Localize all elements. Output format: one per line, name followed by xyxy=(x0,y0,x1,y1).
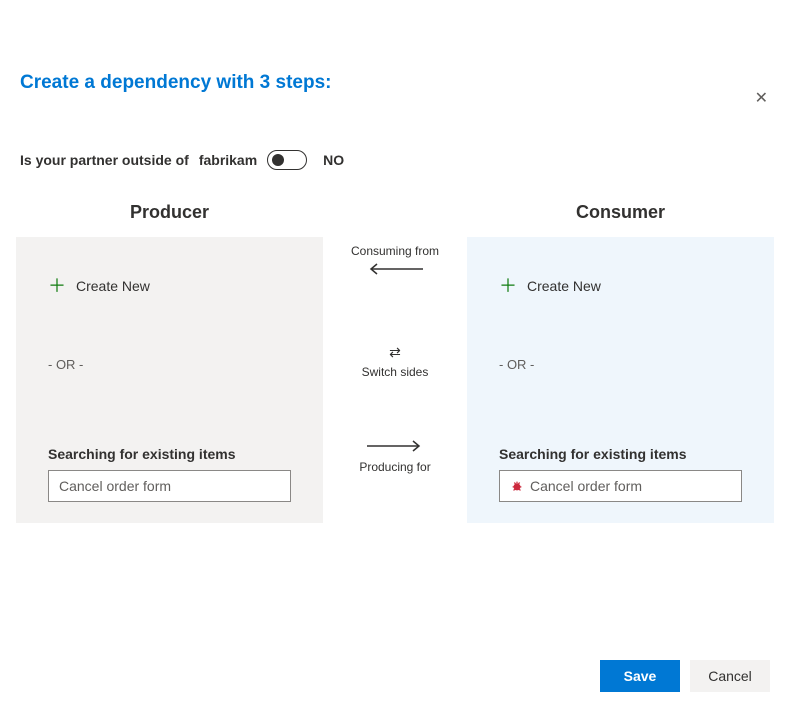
producer-search-input[interactable] xyxy=(59,478,280,494)
producing-for-block: Producing for xyxy=(359,439,430,478)
partner-outside-toggle[interactable] xyxy=(267,150,307,170)
producer-search-box[interactable] xyxy=(48,470,291,502)
save-button[interactable]: Save xyxy=(600,660,680,692)
consuming-from-label: Consuming from xyxy=(351,244,439,258)
switch-sides-block[interactable]: ⇄ Switch sides xyxy=(362,344,429,379)
producer-or-label: - OR - xyxy=(48,357,291,372)
consumer-title: Consumer xyxy=(467,202,774,223)
plus-icon: ＋ xyxy=(499,277,517,295)
bug-icon xyxy=(510,479,524,493)
dialog-footer: Save Cancel xyxy=(600,660,770,692)
consumer-search-label: Searching for existing items xyxy=(499,446,742,462)
page-title: Create a dependency with 3 steps: xyxy=(20,72,790,94)
consumer-or-label: - OR - xyxy=(499,357,742,372)
producing-for-label: Producing for xyxy=(359,460,430,474)
producer-column: Producer ＋ Create New - OR - Searching f… xyxy=(16,202,323,523)
toggle-knob xyxy=(272,154,284,166)
arrow-left-icon xyxy=(365,262,425,276)
cancel-button[interactable]: Cancel xyxy=(690,660,770,692)
partner-org-name: fabrikam xyxy=(199,152,257,168)
partner-question-row: Is your partner outside of fabrikam NO xyxy=(20,150,790,170)
plus-icon: ＋ xyxy=(48,277,66,295)
close-icon: ✕ xyxy=(755,90,768,107)
consumer-column: Consumer ＋ Create New - OR - Searching f… xyxy=(467,202,774,523)
consumer-search-input[interactable] xyxy=(530,478,731,494)
consumer-create-label: Create New xyxy=(527,278,601,294)
partner-question-text: Is your partner outside of xyxy=(20,152,189,168)
producer-title: Producer xyxy=(16,202,323,223)
arrow-right-icon xyxy=(365,439,425,453)
toggle-value-label: NO xyxy=(323,152,344,168)
relation-center-column: Consuming from ⇄ Switch sides Producing … xyxy=(323,202,467,478)
consumer-search-box[interactable] xyxy=(499,470,742,502)
producer-create-new-button[interactable]: ＋ Create New xyxy=(48,277,150,295)
dependency-columns: Producer ＋ Create New - OR - Searching f… xyxy=(16,202,774,523)
consumer-create-new-button[interactable]: ＋ Create New xyxy=(499,277,601,295)
producer-create-label: Create New xyxy=(76,278,150,294)
switch-sides-label: Switch sides xyxy=(362,365,429,379)
producer-panel: ＋ Create New - OR - Searching for existi… xyxy=(16,237,323,523)
swap-icon: ⇄ xyxy=(362,344,429,361)
close-button[interactable]: ✕ xyxy=(751,84,772,112)
producer-search-label: Searching for existing items xyxy=(48,446,291,462)
consumer-panel: ＋ Create New - OR - Searching for existi… xyxy=(467,237,774,523)
